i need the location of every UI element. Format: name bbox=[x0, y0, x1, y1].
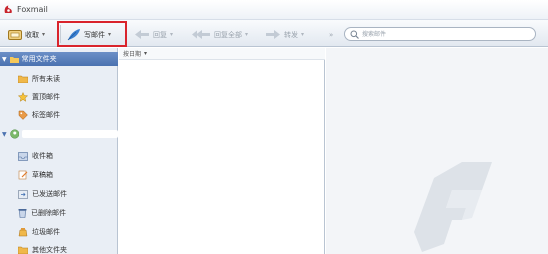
folder-deleted[interactable]: 已删除邮件 bbox=[18, 206, 66, 220]
folder-label: 其他文件夹 bbox=[32, 246, 67, 254]
app-title: Foxmail bbox=[17, 5, 48, 14]
more-label: » bbox=[329, 30, 334, 39]
folder-sent[interactable]: 已发送邮件 bbox=[18, 187, 67, 201]
reply-all-dropdown-icon[interactable]: ▾ bbox=[245, 31, 248, 38]
forward-arrow-icon bbox=[266, 30, 280, 39]
folder-other[interactable]: 其他文件夹 bbox=[18, 243, 67, 254]
common-folders-label: 常用文件夹 bbox=[21, 55, 57, 63]
folder-icon bbox=[9, 56, 19, 63]
folder-label: 所有未读 bbox=[32, 75, 60, 83]
reply-all-arrow-icon bbox=[192, 30, 210, 39]
compose-highlight-box bbox=[57, 21, 127, 47]
reply-all-button[interactable]: 回复全部 ▾ bbox=[191, 26, 248, 43]
reply-arrow-icon bbox=[135, 30, 149, 39]
sent-icon bbox=[18, 189, 28, 199]
folder-sidebar: ▼ 常用文件夹 所有未读 置顶邮件 标签邮件 ▼ 收件箱 草稿箱 已发送邮件 已… bbox=[0, 48, 118, 254]
folder-spam[interactable]: 垃圾邮件 bbox=[18, 225, 60, 239]
account-name-redacted bbox=[22, 130, 118, 138]
common-folders-header[interactable]: ▼ 常用文件夹 bbox=[0, 52, 118, 66]
folder-icon bbox=[18, 75, 28, 83]
inbox-icon bbox=[18, 151, 28, 161]
sort-dropdown-icon[interactable]: ▾ bbox=[144, 50, 147, 57]
folder-label: 草稿箱 bbox=[32, 171, 53, 179]
collapse-triangle-icon[interactable]: ▼ bbox=[2, 56, 7, 63]
receive-label: 收取 bbox=[25, 30, 39, 39]
sort-label: 按日期 bbox=[123, 51, 142, 58]
collapse-triangle-icon[interactable]: ▼ bbox=[2, 131, 7, 138]
sort-header[interactable]: 按日期 ▾ bbox=[119, 48, 325, 60]
title-bar: Foxmail bbox=[0, 0, 548, 20]
folder-label: 置顶邮件 bbox=[32, 93, 60, 101]
receive-mail-icon bbox=[8, 30, 22, 40]
folder-all-unread[interactable]: 所有未读 bbox=[18, 72, 60, 86]
reply-dropdown-icon[interactable]: ▾ bbox=[170, 31, 173, 38]
account-avatar-icon bbox=[9, 129, 19, 139]
folder-inbox[interactable]: 收件箱 bbox=[18, 149, 53, 163]
account-row[interactable]: ▼ bbox=[0, 127, 118, 141]
folder-label: 收件箱 bbox=[32, 152, 53, 160]
folder-label: 已删除邮件 bbox=[31, 209, 66, 217]
more-toolbar-button[interactable]: » bbox=[329, 26, 333, 43]
receive-dropdown-icon[interactable]: ▾ bbox=[42, 31, 45, 38]
spam-icon bbox=[18, 228, 28, 237]
search-icon bbox=[350, 30, 359, 39]
message-list: 按日期 ▾ bbox=[119, 48, 325, 254]
foxmail-logo-icon bbox=[4, 5, 12, 13]
reply-all-label: 回复全部 bbox=[214, 30, 242, 39]
forward-dropdown-icon[interactable]: ▾ bbox=[301, 31, 304, 38]
tag-icon bbox=[18, 110, 28, 120]
draft-icon bbox=[18, 170, 28, 180]
star-icon bbox=[18, 92, 28, 102]
folder-label: 垃圾邮件 bbox=[32, 228, 60, 236]
folder-drafts[interactable]: 草稿箱 bbox=[18, 168, 53, 182]
folder-label: 标签邮件 bbox=[32, 111, 60, 119]
forward-button[interactable]: 转发 ▾ bbox=[265, 26, 304, 43]
search-box[interactable] bbox=[344, 27, 536, 41]
search-input[interactable] bbox=[362, 29, 530, 39]
foxmail-watermark-logo bbox=[414, 162, 492, 252]
folder-label: 已发送邮件 bbox=[32, 190, 67, 198]
folder-starred[interactable]: 置顶邮件 bbox=[18, 90, 60, 104]
forward-label: 转发 bbox=[284, 30, 298, 39]
reply-label: 回复 bbox=[153, 30, 167, 39]
trash-icon bbox=[18, 209, 27, 218]
folder-tagged[interactable]: 标签邮件 bbox=[18, 108, 60, 122]
folder-icon bbox=[18, 246, 28, 254]
receive-button[interactable]: 收取 ▾ bbox=[8, 26, 45, 43]
reply-button[interactable]: 回复 ▾ bbox=[134, 26, 173, 43]
